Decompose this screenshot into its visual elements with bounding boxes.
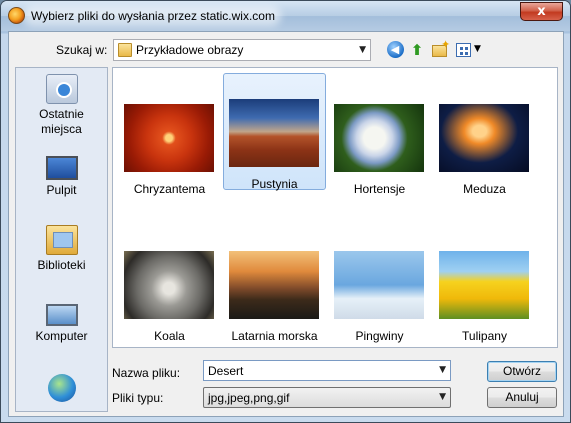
computer-icon xyxy=(45,304,78,326)
cancel-button[interactable]: Anuluj xyxy=(487,387,557,408)
file-thumbnail xyxy=(124,104,214,172)
file-item[interactable]: Pingwiny xyxy=(328,226,431,343)
places-bar: Ostatnie miejsca Pulpit Biblioteki Kompu… xyxy=(15,67,108,412)
file-list: Chryzantema Pustynia Hortensje Meduza Ko… xyxy=(112,67,558,348)
file-item[interactable]: Meduza xyxy=(433,79,536,196)
file-dialog-window: Wybierz pliki do wysłania przez static.w… xyxy=(0,0,571,423)
chevron-down-icon[interactable]: ▼ xyxy=(439,365,446,375)
up-folder-button[interactable]: ⬆ xyxy=(407,41,427,59)
place-network[interactable] xyxy=(16,374,107,405)
file-name: Meduza xyxy=(463,182,506,196)
file-thumbnail xyxy=(229,251,319,319)
file-name: Pustynia xyxy=(251,177,298,191)
title-bar[interactable]: Wybierz pliki do wysłania przez static.w… xyxy=(1,1,570,31)
file-item[interactable]: Hortensje xyxy=(328,79,431,196)
filename-combo[interactable]: ▼ xyxy=(203,360,451,381)
filetype-value: jpg,jpeg,png,gif xyxy=(208,391,290,405)
network-icon xyxy=(47,374,76,402)
filetype-select[interactable]: jpg,jpeg,png,gif ▼ xyxy=(203,387,451,408)
place-recent[interactable]: Ostatnie miejsca xyxy=(16,74,107,137)
file-name: Koala xyxy=(154,329,185,343)
place-computer[interactable]: Komputer xyxy=(16,300,107,344)
file-thumbnail xyxy=(124,251,214,319)
file-item-selected[interactable]: Pustynia xyxy=(223,73,326,191)
filetype-label: Pliki typu: xyxy=(112,391,164,405)
desktop-icon xyxy=(45,156,78,180)
chevron-down-icon[interactable]: ▼ xyxy=(359,45,366,55)
place-desktop[interactable]: Pulpit xyxy=(16,152,107,198)
view-menu-button[interactable]: ▼ xyxy=(455,41,483,59)
file-thumbnail xyxy=(334,251,424,319)
back-button[interactable]: ◀ xyxy=(385,41,405,59)
lookin-value: Przykładowe obrazy xyxy=(136,43,244,57)
file-item[interactable]: Tulipany xyxy=(433,226,536,343)
filename-input[interactable] xyxy=(208,363,428,378)
back-arrow-icon: ◀ xyxy=(386,41,404,58)
up-arrow-icon: ⬆ xyxy=(410,41,424,59)
recent-places-icon xyxy=(45,74,78,104)
file-item[interactable]: Chryzantema xyxy=(118,79,221,196)
file-thumbnail xyxy=(229,99,319,167)
lookin-label: Szukaj w: xyxy=(56,43,108,57)
new-folder-button[interactable]: ✦ xyxy=(430,38,451,59)
file-item[interactable]: Latarnia morska xyxy=(223,226,326,343)
chevron-down-icon[interactable]: ▼ xyxy=(439,392,446,402)
file-thumbnail xyxy=(439,104,529,172)
place-label: Ostatnie miejsca xyxy=(39,107,84,136)
chevron-down-icon: ▼ xyxy=(474,44,481,54)
place-libraries[interactable]: Biblioteki xyxy=(16,225,107,273)
window-title: Wybierz pliki do wysłania przez static.w… xyxy=(31,9,275,23)
folder-icon xyxy=(118,43,132,57)
place-label: Pulpit xyxy=(46,183,77,197)
lookin-combo[interactable]: Przykładowe obrazy ▼ xyxy=(113,39,371,61)
dialog-client-area: Szukaj w: Przykładowe obrazy ▼ ◀ ⬆ ✦ ▼ O… xyxy=(8,31,564,417)
open-button[interactable]: Otwórz xyxy=(487,361,557,382)
libraries-icon xyxy=(45,225,78,255)
firefox-icon xyxy=(8,7,25,24)
file-name: Hortensje xyxy=(353,182,406,196)
place-label: Komputer xyxy=(35,329,88,343)
file-item[interactable]: Koala xyxy=(118,226,221,343)
file-thumbnail xyxy=(439,251,529,319)
file-name: Chryzantema xyxy=(133,182,206,196)
sparkle-icon: ✦ xyxy=(441,38,451,51)
close-button[interactable]: x xyxy=(520,2,563,21)
file-name: Tulipany xyxy=(462,329,507,343)
filename-label: Nazwa pliku: xyxy=(112,366,181,380)
view-grid-icon xyxy=(456,43,471,57)
file-name: Latarnia morska xyxy=(231,329,318,343)
place-label: Biblioteki xyxy=(37,258,86,272)
file-thumbnail xyxy=(334,104,424,172)
file-name: Pingwiny xyxy=(355,329,404,343)
